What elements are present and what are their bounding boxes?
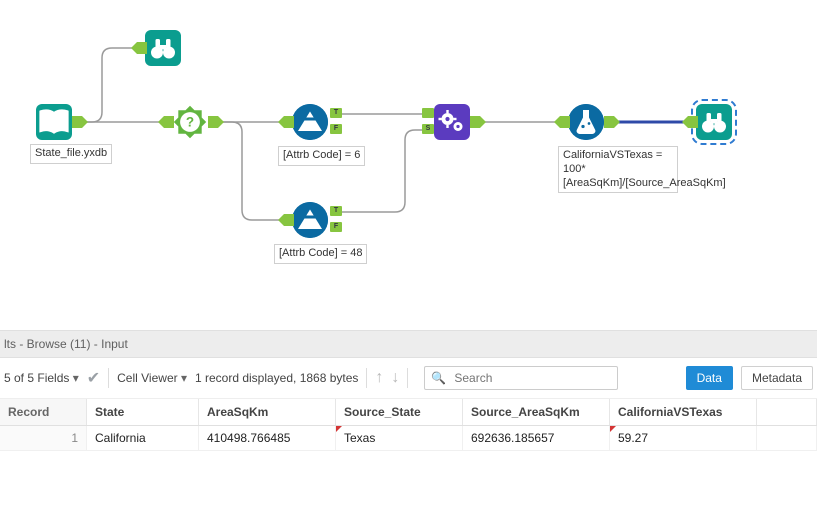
search-icon: 🔍 xyxy=(431,371,446,385)
browse-tool-top[interactable] xyxy=(145,30,181,66)
join-top-anchor xyxy=(422,108,434,118)
data-button[interactable]: Data xyxy=(686,366,733,390)
filter-tool-2[interactable] xyxy=(292,202,328,238)
formula-label: CaliforniaVSTexas = 100* [AreaSqKm]/[Sou… xyxy=(558,146,678,193)
formula-tool[interactable] xyxy=(568,104,604,140)
anchor-out xyxy=(604,116,614,128)
cell-viewer-dropdown[interactable]: Cell Viewer xyxy=(117,371,187,385)
binoculars-icon xyxy=(696,104,732,140)
filter-triangle-icon xyxy=(292,202,328,238)
filter2-false-anchor: F xyxy=(330,222,342,232)
table-header-row: Record State AreaSqKm Source_State Sourc… xyxy=(0,399,817,426)
results-panel: lts - Browse (11) - Input 5 of 5 Fields … xyxy=(0,330,817,451)
separator xyxy=(407,368,408,388)
search-box[interactable]: 🔍 xyxy=(424,366,618,390)
metadata-button[interactable]: Metadata xyxy=(741,366,813,390)
join-s-anchor: S xyxy=(422,124,434,134)
cell-source_areasqkm[interactable]: 692636.185657 xyxy=(463,426,610,451)
separator xyxy=(366,368,367,388)
filter-tool-1[interactable] xyxy=(292,104,328,140)
col-spacer xyxy=(757,399,817,426)
anchor-out xyxy=(470,116,480,128)
join-tool[interactable] xyxy=(434,104,470,140)
separator xyxy=(108,368,109,388)
filter-triangle-icon xyxy=(292,104,328,140)
arrow-down-icon[interactable]: ↓ xyxy=(391,369,399,387)
gears-icon xyxy=(434,104,470,140)
question-gear-icon: ? xyxy=(172,104,208,140)
input-data-tool[interactable] xyxy=(36,104,72,140)
flask-icon xyxy=(568,104,604,140)
filter2-true-anchor: T xyxy=(330,206,342,216)
anchor-out xyxy=(72,116,82,128)
input-data-label: State_file.yxdb xyxy=(30,144,112,164)
col-californiavstexas[interactable]: CaliforniaVSTexas xyxy=(610,399,757,426)
cell-californiavstexas[interactable]: 59.27 xyxy=(610,426,757,451)
col-state[interactable]: State xyxy=(87,399,199,426)
filter1-true-anchor: T xyxy=(330,108,342,118)
svg-text:?: ? xyxy=(186,115,194,130)
cell-state[interactable]: California xyxy=(87,426,199,451)
table-row[interactable]: 1 California 410498.766485 Texas 692636.… xyxy=(0,426,817,451)
filter1-label: [Attrb Code] = 6 xyxy=(278,146,365,166)
workflow-canvas[interactable]: State_file.yxdb ? T F [Attrb Code] = 6 T xyxy=(0,0,817,330)
filter2-label: [Attrb Code] = 48 xyxy=(274,244,367,264)
fields-dropdown[interactable]: 5 of 5 Fields xyxy=(4,371,79,385)
col-record[interactable]: Record xyxy=(0,399,87,426)
browse-tool-selected[interactable] xyxy=(696,104,732,140)
arrow-up-icon[interactable]: ↑ xyxy=(375,369,383,387)
results-table[interactable]: Record State AreaSqKm Source_State Sourc… xyxy=(0,399,817,451)
check-icon[interactable]: ✔ xyxy=(87,368,100,388)
cell-areasqkm[interactable]: 410498.766485 xyxy=(199,426,336,451)
book-open-icon xyxy=(36,104,72,140)
filter1-false-anchor: F xyxy=(330,124,342,134)
col-areasqkm[interactable]: AreaSqKm xyxy=(199,399,336,426)
connections-layer xyxy=(0,0,817,330)
anchor-out xyxy=(208,116,218,128)
detour-tool[interactable]: ? xyxy=(172,104,208,140)
results-toolbar: 5 of 5 Fields ✔ Cell Viewer 1 record dis… xyxy=(0,358,817,399)
cell-spacer xyxy=(757,426,817,451)
cell-record: 1 xyxy=(0,426,87,451)
binoculars-icon xyxy=(145,30,181,66)
record-summary: 1 record displayed, 1868 bytes xyxy=(195,371,358,385)
cell-source_state[interactable]: Texas xyxy=(336,426,463,451)
col-source_areasqkm[interactable]: Source_AreaSqKm xyxy=(463,399,610,426)
search-input[interactable] xyxy=(452,370,596,386)
col-source_state[interactable]: Source_State xyxy=(336,399,463,426)
results-header: lts - Browse (11) - Input xyxy=(0,330,817,358)
